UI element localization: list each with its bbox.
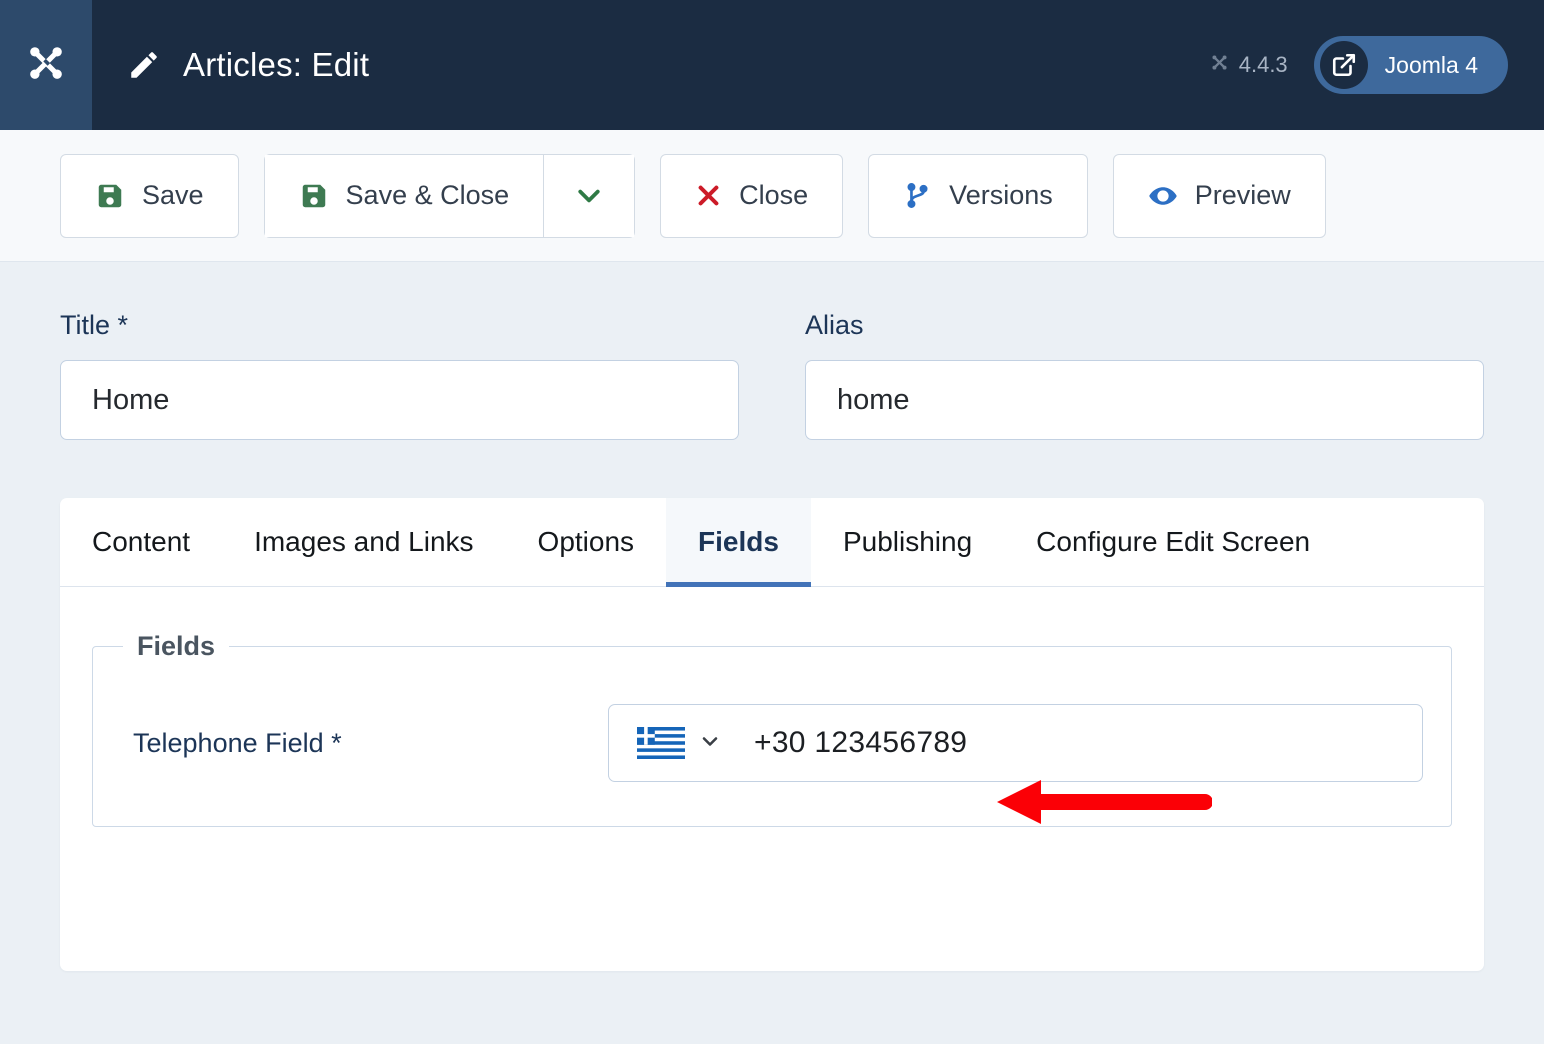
preview-button-label: Preview xyxy=(1194,180,1291,210)
editor-toolbar: Save Save & Close Close Versions Preview xyxy=(0,130,1544,262)
page-title: Articles: Edit xyxy=(183,46,370,83)
joomla-logo-icon xyxy=(23,40,69,91)
tab-label: Publishing xyxy=(842,526,973,557)
save-and-close-label: Save & Close xyxy=(345,180,510,210)
joomla-logo-block[interactable] xyxy=(0,0,92,130)
alias-label: Alias xyxy=(805,310,864,340)
tab-images-and-links[interactable]: Images and Links xyxy=(222,498,505,586)
telephone-field-row: Telephone Field * +30 123456789 xyxy=(93,662,1451,782)
save-close-split-group: Save & Close xyxy=(263,153,636,238)
header-right-group: 4.4.3 Joomla 4 xyxy=(1209,0,1544,130)
versions-button-label: Versions xyxy=(949,180,1053,210)
fields-fieldset: Fields Telephone Field * +30 123456789 xyxy=(92,631,1452,827)
tab-label: Images and Links xyxy=(254,526,474,557)
main-content: Title * Alias Content Images and Links O… xyxy=(0,262,1544,971)
joomla-mark-icon xyxy=(1209,52,1230,79)
alias-field-group: Alias xyxy=(805,310,1484,440)
code-branch-icon xyxy=(903,181,932,210)
joomla4-switch-button[interactable]: Joomla 4 xyxy=(1313,36,1508,94)
editor-card: Content Images and Links Options Fields … xyxy=(60,498,1484,971)
eye-icon xyxy=(1148,181,1178,211)
chevron-down-icon xyxy=(574,181,604,211)
header-title-group: Articles: Edit xyxy=(92,0,1209,130)
country-code-select[interactable] xyxy=(637,727,722,759)
versions-button[interactable]: Versions xyxy=(868,153,1088,238)
title-input[interactable] xyxy=(60,360,739,440)
save-dropdown-toggle[interactable] xyxy=(543,154,635,237)
tab-publishing[interactable]: Publishing xyxy=(811,498,1004,586)
save-button[interactable]: Save xyxy=(60,153,239,238)
floppy-disk-icon xyxy=(299,181,329,211)
x-icon xyxy=(695,182,722,209)
tab-label: Content xyxy=(92,526,191,557)
pencil-icon xyxy=(127,48,161,82)
editor-tabs: Content Images and Links Options Fields … xyxy=(60,498,1484,587)
fields-tab-panel: Fields Telephone Field * +30 123456789 xyxy=(60,587,1484,827)
floppy-disk-icon xyxy=(95,181,125,211)
telephone-input-wrap[interactable]: +30 123456789 xyxy=(608,704,1423,782)
chevron-down-icon xyxy=(698,729,722,758)
title-field-group: Title * xyxy=(60,310,739,440)
tab-fields[interactable]: Fields xyxy=(666,498,811,587)
title-label: Title * xyxy=(60,310,129,340)
external-link-icon xyxy=(1319,41,1368,89)
alias-input[interactable] xyxy=(805,360,1484,440)
tab-configure-edit-screen[interactable]: Configure Edit Screen xyxy=(1004,498,1342,586)
version-number: 4.4.3 xyxy=(1238,52,1288,77)
save-button-label: Save xyxy=(142,180,204,210)
tab-label: Configure Edit Screen xyxy=(1036,526,1311,557)
joomla4-switch-label: Joomla 4 xyxy=(1384,51,1478,78)
tab-label: Fields xyxy=(698,526,779,557)
app-header: Articles: Edit 4.4.3 Joomla 4 xyxy=(0,0,1544,130)
preview-button[interactable]: Preview xyxy=(1112,153,1326,238)
tab-options[interactable]: Options xyxy=(506,498,667,586)
version-badge: 4.4.3 xyxy=(1209,52,1288,79)
title-alias-row: Title * Alias xyxy=(60,310,1484,440)
tab-content[interactable]: Content xyxy=(60,498,222,586)
fields-fieldset-legend: Fields xyxy=(137,631,216,661)
telephone-input-value[interactable]: +30 123456789 xyxy=(754,726,967,760)
telephone-field-label: Telephone Field * xyxy=(133,727,342,758)
close-button[interactable]: Close xyxy=(660,153,844,238)
greece-flag-icon xyxy=(637,727,685,759)
save-and-close-button[interactable]: Save & Close xyxy=(264,154,544,237)
tab-label: Options xyxy=(537,526,635,557)
close-button-label: Close xyxy=(739,180,809,210)
